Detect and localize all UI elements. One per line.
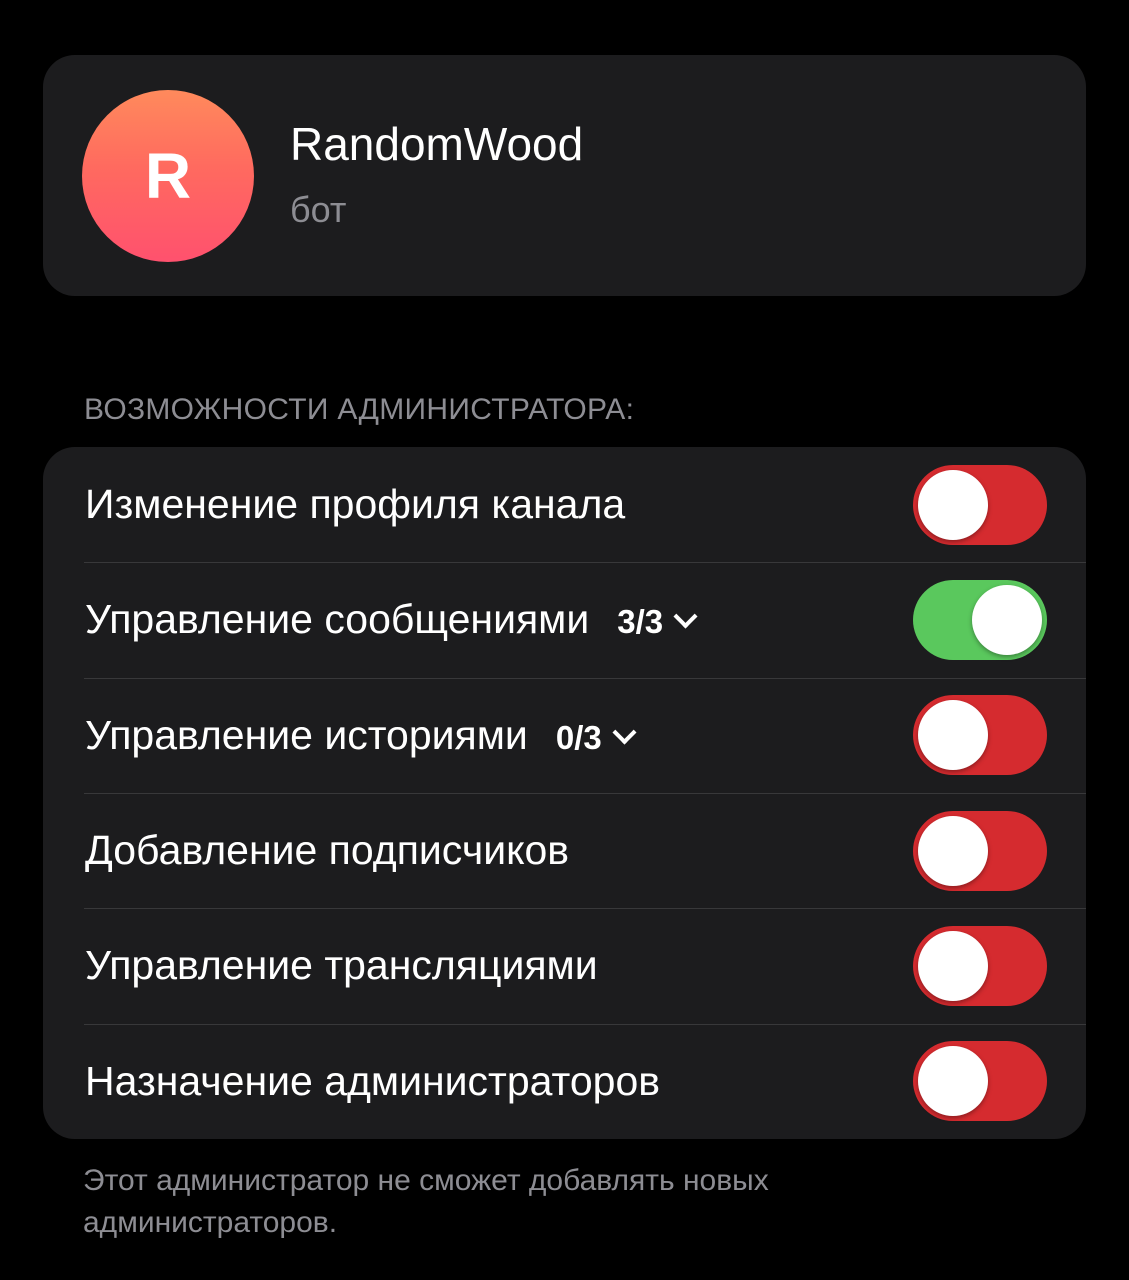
toggle-switch[interactable] — [913, 464, 1047, 545]
right-label-text: Управление историями — [85, 711, 528, 758]
right-label: Добавление подписчиков — [85, 827, 570, 874]
right-label: Изменение профиля канала — [85, 481, 626, 528]
toggle-switch[interactable] — [913, 925, 1047, 1006]
profile-status: бот — [290, 189, 347, 230]
right-row-manage-messages[interactable]: Управление сообщениями 3/3 — [43, 562, 1086, 677]
right-row-manage-streams[interactable]: Управление трансляциями — [43, 908, 1086, 1023]
section-header: ВОЗМОЖНОСТИ АДМИНИСТРАТОРА: — [84, 393, 635, 426]
right-label: Управление историями 0/3 — [85, 711, 637, 758]
admin-rights-list: Изменение профиля канала Управление сооб… — [43, 447, 1086, 1139]
right-count[interactable]: 0/3 — [556, 719, 602, 756]
footer-note: Этот администратор не сможет добавлять н… — [83, 1164, 769, 1239]
toggle-knob — [918, 815, 988, 886]
right-label: Управление сообщениями 3/3 — [85, 596, 698, 643]
right-label-text: Управление сообщениями — [85, 596, 590, 643]
right-count[interactable]: 3/3 — [617, 603, 663, 640]
chevron-down-icon[interactable] — [673, 604, 698, 630]
right-label: Назначение администраторов — [85, 1057, 661, 1104]
right-row-edit-profile[interactable]: Изменение профиля канала — [43, 447, 1086, 562]
right-label: Управление трансляциями — [85, 942, 598, 989]
toggle-knob — [972, 584, 1042, 655]
toggle-knob — [918, 930, 988, 1001]
toggle-knob — [918, 700, 988, 771]
toggle-switch[interactable] — [913, 810, 1047, 891]
profile-name: RandomWood — [290, 118, 584, 170]
avatar-letter: R — [144, 140, 192, 212]
right-row-manage-stories[interactable]: Управление историями 0/3 — [43, 677, 1086, 793]
avatar: R — [82, 90, 254, 262]
right-row-add-admins[interactable]: Назначение администраторов — [43, 1023, 1086, 1139]
chevron-down-icon[interactable] — [612, 720, 637, 745]
toggle-knob — [918, 469, 988, 540]
toggle-knob — [918, 1046, 988, 1117]
right-row-add-subscribers[interactable]: Добавление подписчиков — [43, 792, 1086, 908]
profile-card: R RandomWood бот — [43, 55, 1086, 296]
toggle-switch[interactable] — [913, 579, 1047, 660]
toggle-switch[interactable] — [913, 1041, 1047, 1122]
toggle-switch[interactable] — [913, 695, 1047, 776]
